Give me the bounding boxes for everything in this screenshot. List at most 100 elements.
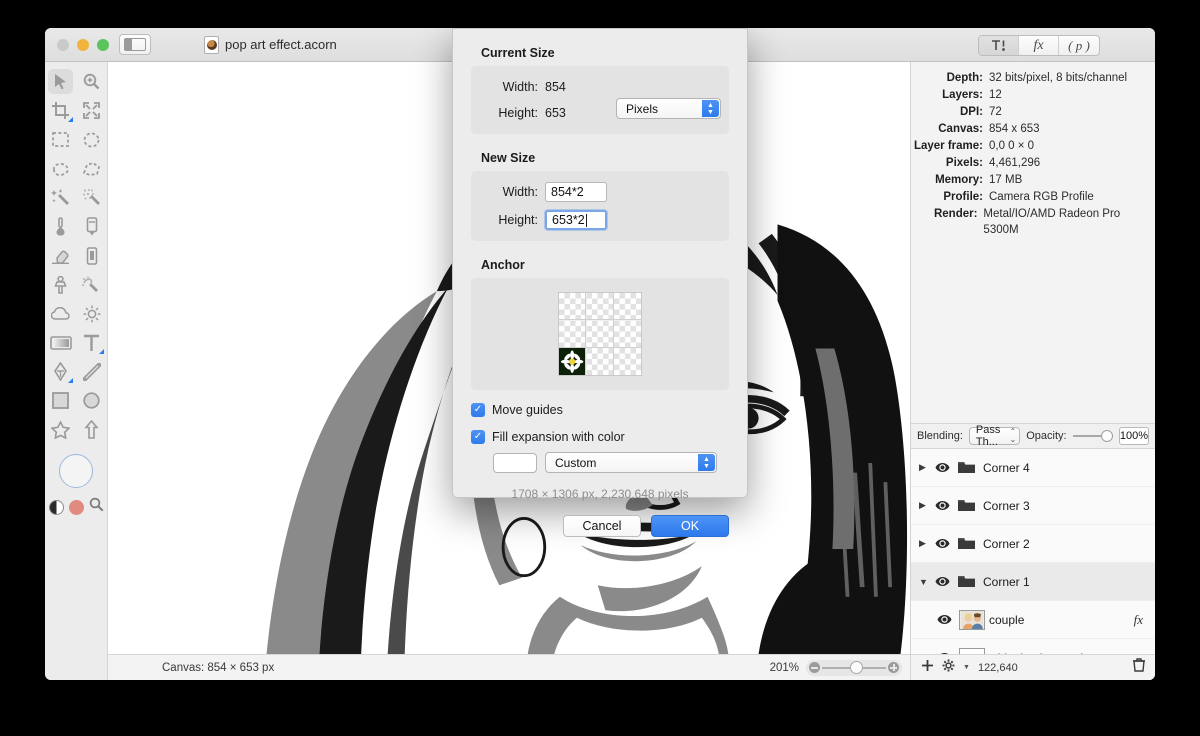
table-row[interactable]: ▶ Corner 2 <box>911 525 1155 563</box>
move-guides-row[interactable]: ✓ Move guides <box>471 403 729 417</box>
info-row: Layer frame: 0,0 0 × 0 <box>911 138 1145 154</box>
eye-icon[interactable] <box>931 462 953 473</box>
cancel-button[interactable]: Cancel <box>563 515 641 537</box>
anchor-cell-top-center[interactable] <box>586 293 614 321</box>
marker-tool[interactable] <box>76 241 107 270</box>
maximize-window-button[interactable] <box>97 39 109 51</box>
fill-color-swatch[interactable] <box>493 452 537 473</box>
transform-tool[interactable] <box>76 96 107 125</box>
anchor-cell-middle-left[interactable] <box>559 320 587 348</box>
rectangle-shape-tool[interactable] <box>45 386 76 415</box>
trash-icon[interactable] <box>1133 658 1145 677</box>
filters-toggle-button[interactable]: fx <box>1019 36 1059 55</box>
bezier-pen-tool[interactable] <box>45 357 76 386</box>
move-guides-checkbox[interactable]: ✓ <box>471 403 485 417</box>
info-label: Layer frame: <box>913 140 983 152</box>
new-height-input[interactable]: 653*2 <box>545 210 607 230</box>
table-row[interactable]: couple fx <box>911 601 1155 639</box>
eye-icon[interactable] <box>931 576 953 587</box>
fill-expansion-row[interactable]: ✓ Fill expansion with color <box>471 430 729 444</box>
eraser-tool[interactable] <box>45 241 76 270</box>
new-width-input[interactable]: 854*2 <box>545 182 607 202</box>
zoom-tool[interactable] <box>76 67 107 96</box>
anchor-cell-bottom-left[interactable] <box>559 347 587 375</box>
color-swatch[interactable] <box>68 499 84 515</box>
layer-name: Corner 2 <box>983 536 1030 551</box>
stepper-icon[interactable]: ▲ ▼ <box>698 454 715 471</box>
line-tool[interactable] <box>76 357 107 386</box>
minimize-window-button[interactable] <box>77 39 89 51</box>
info-label: Layers: <box>942 89 983 101</box>
elliptical-select-tool[interactable] <box>76 125 107 154</box>
paint-bucket-tool[interactable] <box>45 212 76 241</box>
table-row[interactable]: ▼ Corner 1 <box>911 563 1155 601</box>
fill-expansion-checkbox[interactable]: ✓ <box>471 430 485 444</box>
disclosure-triangle-icon[interactable]: ▶ <box>919 500 931 511</box>
table-row[interactable]: ▶ Corner 3 <box>911 487 1155 525</box>
disclosure-triangle-icon[interactable]: ▶ <box>919 462 931 473</box>
unit-select[interactable]: Pixels ▲ ▼ <box>616 98 721 119</box>
pencil-tool[interactable] <box>76 212 107 241</box>
anchor-cell-top-left[interactable] <box>559 293 587 321</box>
table-row[interactable]: ▶ Corner 4 <box>911 449 1155 487</box>
zoom-slider[interactable] <box>806 659 902 676</box>
crop-tool[interactable] <box>45 96 76 125</box>
anchor-grid[interactable] <box>558 292 642 376</box>
instant-alpha-tool[interactable] <box>76 183 107 212</box>
ellipse-shape-tool[interactable] <box>76 386 107 415</box>
brush-size-preview[interactable] <box>59 454 93 488</box>
palette-toggle-button[interactable]: ( p ) <box>1059 36 1099 55</box>
layer-name: couple <box>989 612 1025 627</box>
text-tool[interactable] <box>76 328 107 357</box>
lasso-select-tool[interactable] <box>45 154 76 183</box>
rectangular-select-tool[interactable] <box>45 125 76 154</box>
anchor-cell-bottom-center[interactable] <box>586 347 614 375</box>
magic-wand-tool[interactable] <box>45 183 76 212</box>
info-label: Pixels: <box>945 157 983 169</box>
opacity-slider[interactable] <box>1072 429 1113 443</box>
zoom-in-button[interactable] <box>888 662 899 673</box>
tools-toggle-button[interactable] <box>979 36 1019 55</box>
sidebar-toggle-icon[interactable] <box>119 34 151 55</box>
eye-icon[interactable] <box>933 614 955 625</box>
anchor-cell-middle-right[interactable] <box>613 320 641 348</box>
opacity-slider-knob[interactable] <box>1100 430 1113 442</box>
zoom-out-button[interactable] <box>809 662 820 673</box>
ok-button[interactable]: OK <box>651 515 729 537</box>
blending-mode-select[interactable]: Pass Th... ⌃ ⌄ <box>968 424 1021 448</box>
disclosure-triangle-icon[interactable]: ▶ <box>919 538 931 549</box>
palette-magnifier-icon[interactable] <box>89 497 104 517</box>
eye-icon[interactable] <box>931 538 953 549</box>
dodge-tool[interactable] <box>76 299 107 328</box>
disclosure-triangle-icon[interactable]: ▼ <box>919 577 931 587</box>
info-label: DPI: <box>960 106 983 118</box>
blur-tool[interactable] <box>45 299 76 328</box>
polygonal-lasso-tool[interactable] <box>76 154 107 183</box>
gear-icon[interactable] <box>942 659 955 677</box>
anchor-cell-middle-center[interactable] <box>586 320 614 348</box>
current-size-heading: Current Size <box>481 46 555 60</box>
folder-icon <box>953 461 979 474</box>
stepper-icon[interactable]: ▲ ▼ <box>702 100 719 117</box>
move-tool[interactable] <box>45 67 76 96</box>
close-window-button[interactable] <box>57 39 69 51</box>
gradient-tool[interactable] <box>45 328 76 357</box>
zoom-slider-knob[interactable] <box>850 661 863 674</box>
eye-icon[interactable] <box>931 500 953 511</box>
chevron-down-icon[interactable]: ▼ <box>963 664 970 672</box>
smudge-tool[interactable] <box>76 270 107 299</box>
star-shape-tool[interactable] <box>45 415 76 444</box>
fill-color-mode-select[interactable]: Custom ▲ ▼ <box>545 452 717 473</box>
screen: pop art effect.acorn fx ( p ) Canvas: 85… <box>0 0 1200 736</box>
arrow-shape-tool[interactable] <box>76 415 107 444</box>
table-row[interactable]: white background <box>911 639 1155 654</box>
layer-fx-indicator[interactable]: fx <box>1134 612 1143 628</box>
blending-bar: Blending: Pass Th... ⌃ ⌄ Opacity: 100% <box>911 423 1155 449</box>
clone-stamp-tool[interactable] <box>45 270 76 299</box>
anchor-cell-top-right[interactable] <box>613 293 641 321</box>
foreground-background-swatch-icon[interactable] <box>48 499 64 515</box>
pen-tool-submenu-indicator <box>68 378 73 383</box>
anchor-cell-bottom-right[interactable] <box>614 348 641 375</box>
opacity-value[interactable]: 100% <box>1118 427 1149 445</box>
add-layer-icon[interactable] <box>921 659 934 677</box>
